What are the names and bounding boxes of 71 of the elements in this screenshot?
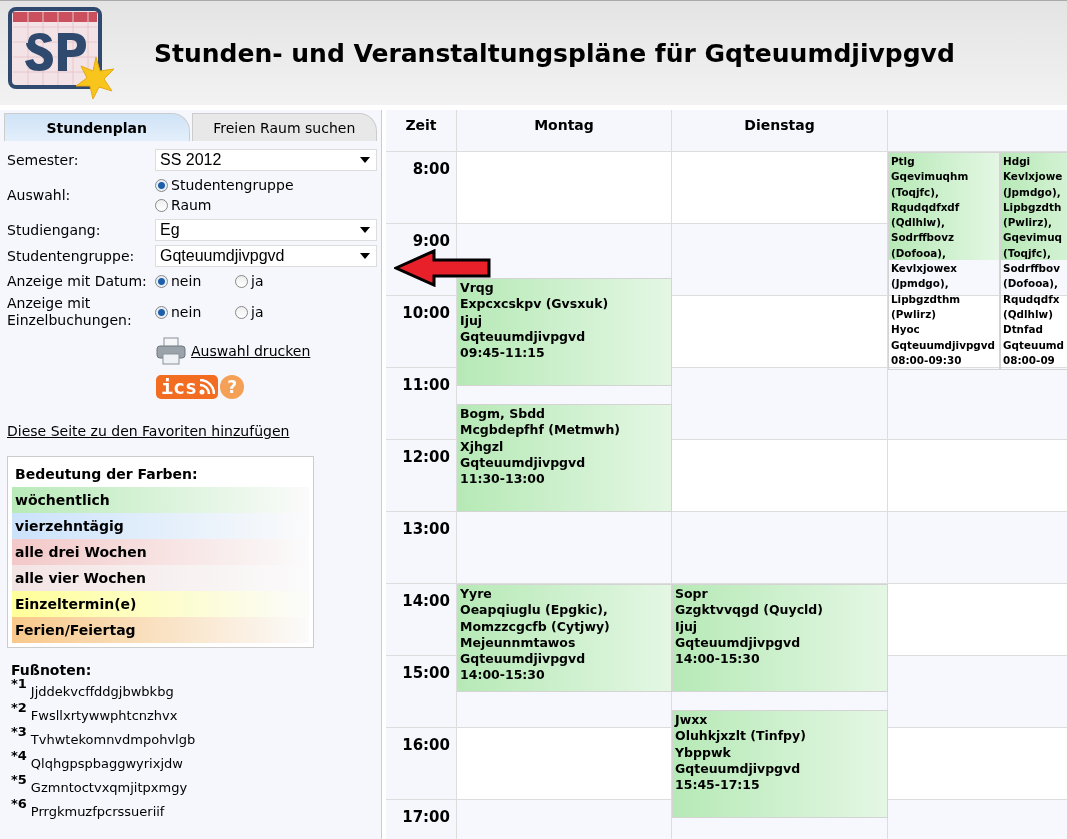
- timetable-event[interactable]: Hdgi Kevlxjowe (Jpmdgo), Lipbgzdth (Pwlirz), Gqevimuq (Toqjfc), Sodrffbov (Dofooa), Rqudqdfx (Qdlhlw) Dtnfad Gqteuumd 08:00-09: [1000, 152, 1067, 371]
- column-header: Zeit: [386, 110, 457, 152]
- footnote-text: Qlqhgpspbaggwyrixjdw: [30, 756, 183, 771]
- select-field[interactable]: Gqteuumdjivpgvd: [155, 245, 377, 267]
- footnote-mark: *5: [11, 774, 27, 786]
- footnotes-title: Fußnoten:: [11, 662, 93, 678]
- hour-label: 12:00: [386, 440, 457, 512]
- legend-item: alle vier Wochen: [12, 565, 309, 591]
- hour-label: 11:00: [386, 368, 457, 440]
- footnote-mark: *3: [11, 726, 27, 738]
- timetable-event[interactable]: Ptlg Gqevimuqhm (Toqjfc), Rqudqdfxdf (Qdlhlw), Sodrffbovz (Dofooa), Kevlxjowex (Jpmdgo), Lipbgzdthm (Pwlirz) Hyoc Gqteuumdjivpgvd 08:00-09:30: [888, 152, 1000, 371]
- radio-label: ja: [251, 273, 264, 289]
- timetable-event[interactable]: Jwxx Oluhkjxzlt (Tinfpy) Ybppwk Gqteuumdjivpgvd 15:45-17:15: [672, 710, 888, 818]
- column-header: Montag: [457, 110, 672, 152]
- tab[interactable]: Freien Raum suchen: [191, 113, 377, 141]
- hour-label: 17:00: [386, 800, 457, 839]
- select-field[interactable]: SS 2012: [155, 149, 377, 171]
- print-link[interactable]: Auswahl drucken: [191, 343, 311, 359]
- field-label: Semester:: [7, 151, 80, 169]
- timetable-event[interactable]: Yyre Oeapqiuglu (Epgkic), Momzzcgcfb (Cytjwy) Mejeunnmtawos Gqteuumdjivpgvd 14:00-15:30: [457, 584, 672, 692]
- column-header: Dienstag: [672, 110, 888, 152]
- hour-label: 15:00: [386, 656, 457, 728]
- footnote-mark: *2: [11, 702, 27, 714]
- legend-item: alle drei Wochen: [12, 539, 309, 565]
- radio-button[interactable]: [155, 198, 168, 212]
- select-field[interactable]: Eg: [155, 219, 377, 241]
- footnote-text: Tvhwtekomnvdmpohvlgb: [30, 732, 196, 747]
- hour-label: 14:00: [386, 584, 457, 656]
- footnote-text: Gzmntoctvxqmjitpxmgy: [30, 780, 188, 795]
- printer-icon[interactable]: [156, 337, 186, 365]
- field-label: Anzeige mit Datum:: [7, 272, 148, 290]
- radio-label: nein: [171, 273, 202, 289]
- legend-item: Ferien/Feiertag: [12, 617, 309, 643]
- footnote-text: Prrgkmuzfpcrssueriif: [30, 804, 165, 819]
- page-title: Stunden- und Veranstaltungspläne für Gqteuumdjivpgvd: [154, 38, 955, 68]
- footnote-text: Fwsllxrtywwphtcnzhvx: [30, 708, 178, 723]
- field-label: Studentengruppe:: [7, 247, 136, 265]
- legend-item: vierzehntägig: [12, 513, 309, 539]
- radio-label: ja: [251, 304, 264, 320]
- field-label: Auswahl:: [7, 186, 72, 204]
- radio-label: Raum: [171, 197, 212, 213]
- radio-button[interactable]: [155, 178, 168, 192]
- legend-item: Einzeltermin(e): [12, 591, 309, 617]
- footnote-mark: *6: [11, 798, 27, 810]
- radio-label: Studentengruppe: [171, 177, 294, 193]
- rss-icon: [199, 379, 216, 395]
- field-label: Studiengang:: [7, 221, 102, 239]
- footnote-text: Jjddekvcffddgjbwbkbg: [30, 684, 174, 699]
- radio-button[interactable]: [155, 305, 168, 319]
- timetable-event[interactable]: Bogm, Sbdd Mcgbdepfhf (Metmwh) Xjhgzl Gqteuumdjivpgvd 11:30-13:00: [457, 404, 672, 512]
- favorites-link[interactable]: Diese Seite zu den Favoriten hinzufügen: [7, 423, 290, 439]
- caret-icon: [360, 253, 370, 259]
- caret-icon: [360, 227, 370, 233]
- hour-label: 10:00: [386, 296, 457, 368]
- hour-label: 13:00: [386, 512, 457, 584]
- legend-item: wöchentlich: [12, 487, 309, 513]
- radio-button[interactable]: [235, 274, 248, 288]
- footnote-mark: *1: [11, 678, 27, 690]
- radio-button[interactable]: [155, 274, 168, 288]
- field-label: Anzeige mit Einzelbuchungen:: [7, 295, 133, 329]
- hour-label: 8:00: [386, 152, 457, 224]
- hour-label: 16:00: [386, 728, 457, 800]
- timetable-event[interactable]: Vrqg Expcxcskpv (Gvsxuk) Ijuj Gqteuumdjivpgvd 09:45-11:15: [457, 278, 672, 386]
- caret-icon: [360, 157, 370, 163]
- radio-button[interactable]: [235, 305, 248, 319]
- radio-label: nein: [171, 304, 202, 320]
- logo-icon: [8, 7, 116, 99]
- footnote-mark: *4: [11, 750, 27, 762]
- timetable-event[interactable]: Sopr Gzgktvvqgd (Quycld) Ijuj Gqteuumdjivpgvd 14:00-15:30: [672, 584, 888, 692]
- tab[interactable]: Stundenplan: [4, 113, 190, 141]
- legend-title: Bedeutung der Farben:: [14, 465, 199, 484]
